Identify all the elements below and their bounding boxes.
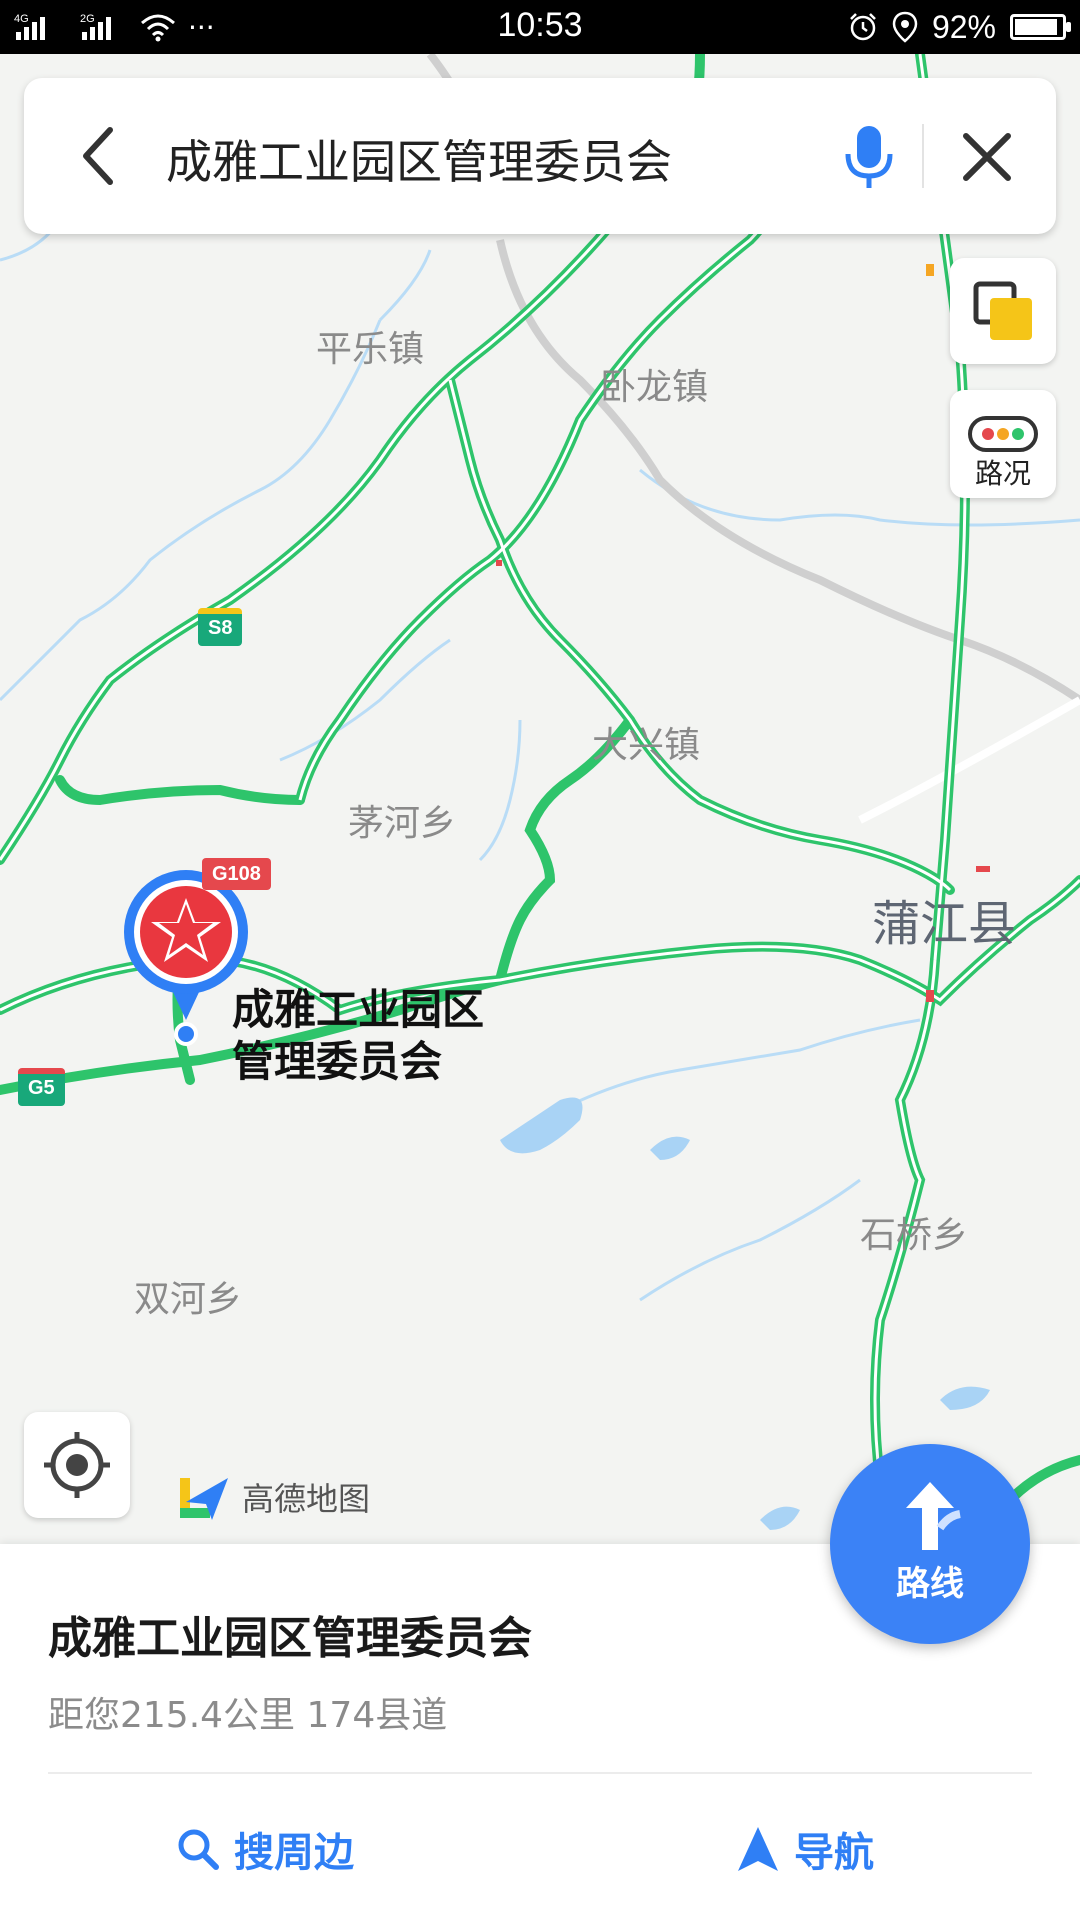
poi-label-line1: 成雅工业园区 [232, 985, 485, 1034]
traffic-button[interactable]: 路况 [950, 390, 1056, 498]
current-location-dot [174, 1022, 198, 1046]
status-bar: 4G 2G ··· 10:53 92% [0, 0, 1080, 54]
navigation-arrow-icon [738, 1827, 778, 1871]
close-icon[interactable] [950, 120, 1024, 194]
crosshair-icon [44, 1432, 110, 1498]
map-view[interactable]: 邓坤度 平乐镇 卧龙镇 大兴镇 茅河乡 蒲江县 石桥乡 双河乡 S8 G108 … [0, 54, 1080, 1544]
locate-me-button[interactable] [24, 1412, 130, 1518]
search-nearby-button[interactable]: 搜周边 [176, 1814, 354, 1884]
traffic-label: 路况 [974, 457, 1031, 490]
battery-percent: 92% [931, 8, 996, 45]
place-label-daxing[interactable]: 大兴镇 [592, 716, 700, 768]
place-label-maohe[interactable]: 茅河乡 [348, 794, 456, 846]
place-label-shiqiao[interactable]: 石桥乡 [860, 1206, 968, 1258]
card-divider [48, 1772, 1032, 1774]
place-label-shuanghe[interactable]: 双河乡 [134, 1270, 242, 1322]
road-shield-g108: G108 [202, 858, 271, 890]
search-nearby-label: 搜周边 [234, 1830, 354, 1876]
navigate-button[interactable]: 导航 [736, 1814, 874, 1884]
traffic-light-icon [968, 416, 1038, 452]
route-label: 路线 [896, 1564, 964, 1604]
alarm-icon [850, 13, 876, 41]
search-divider [922, 124, 924, 188]
place-title: 成雅工业园区管理委员会 [48, 1613, 532, 1664]
location-icon [892, 11, 918, 43]
route-arrow-icon [906, 1482, 961, 1550]
place-label-pingle[interactable]: 平乐镇 [316, 320, 424, 372]
back-arrow-icon[interactable] [58, 116, 138, 196]
microphone-icon[interactable] [834, 122, 904, 194]
place-label-pujiang[interactable]: 蒲江县 [872, 884, 1016, 954]
amap-logo-icon [180, 1478, 228, 1520]
search-query-text[interactable]: 成雅工业园区管理委员会 [166, 126, 672, 192]
poi-label[interactable]: 成雅工业园区 管理委员会 [232, 984, 484, 1088]
road-shield-g5: G5 [18, 1068, 65, 1106]
layers-button[interactable] [950, 258, 1056, 364]
status-right: 92% [848, 8, 1071, 46]
place-label-wolong[interactable]: 卧龙镇 [600, 358, 708, 410]
poi-label-line2: 管理委员会 [232, 1037, 443, 1086]
layers-icon [973, 281, 1032, 340]
place-subtitle: 距您215.4公里 174县道 [48, 1695, 448, 1736]
road-shield-s8: S8 [198, 608, 243, 646]
amap-logo: 高德地图 [176, 1468, 370, 1526]
battery-icon [1010, 14, 1071, 40]
navigate-label: 导航 [794, 1830, 874, 1876]
route-button[interactable]: 路线 [830, 1444, 1030, 1644]
logo-text: 高德地图 [242, 1480, 371, 1518]
search-icon [178, 1829, 219, 1870]
search-bar[interactable]: 成雅工业园区管理委员会 [24, 78, 1056, 234]
